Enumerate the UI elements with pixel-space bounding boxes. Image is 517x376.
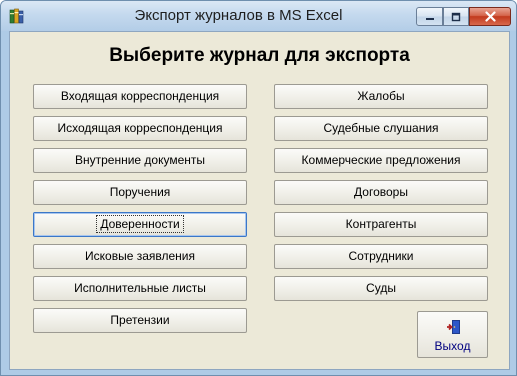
dialog-client-area: Выберите журнал для экспорта Входящая ко… bbox=[9, 31, 510, 370]
right-journal-button-7[interactable]: Суды bbox=[274, 276, 488, 301]
left-journal-button-label: Исполнительные листы bbox=[74, 281, 206, 295]
left-journal-button-label: Претензии bbox=[110, 313, 170, 327]
right-journal-button-label: Жалобы bbox=[357, 89, 405, 103]
left-journal-button-label: Поручения bbox=[109, 185, 171, 199]
left-journal-button-6[interactable]: Исковые заявления bbox=[33, 244, 247, 269]
left-journal-button-7[interactable]: Исполнительные листы bbox=[33, 276, 247, 301]
left-journal-button-1[interactable]: Входящая корреспонденция bbox=[33, 84, 247, 109]
left-journal-button-label: Исковые заявления bbox=[85, 249, 195, 263]
exit-button-label: Выход bbox=[434, 339, 471, 353]
right-journal-button-label: Договоры bbox=[354, 185, 408, 199]
left-journal-button-3[interactable]: Внутренние документы bbox=[33, 148, 247, 173]
minimize-button[interactable] bbox=[416, 7, 443, 26]
right-journal-button-label: Коммерческие предложения bbox=[301, 153, 461, 167]
close-icon bbox=[484, 11, 496, 22]
right-journal-button-1[interactable]: Жалобы bbox=[274, 84, 488, 109]
maximize-icon bbox=[451, 12, 461, 22]
right-journal-button-5[interactable]: Контрагенты bbox=[274, 212, 488, 237]
minimize-icon bbox=[425, 12, 435, 22]
page-title: Выберите журнал для экспорта bbox=[109, 45, 410, 66]
right-journal-button-label: Сотрудники bbox=[348, 249, 414, 263]
right-journal-button-2[interactable]: Судебные слушания bbox=[274, 116, 488, 141]
left-journal-button-4[interactable]: Поручения bbox=[33, 180, 247, 205]
left-journal-button-8[interactable]: Претензии bbox=[33, 308, 247, 333]
left-journal-button-label: Входящая корреспонденция bbox=[60, 89, 220, 103]
left-journal-button-label: Внутренние документы bbox=[74, 153, 206, 167]
right-journal-button-3[interactable]: Коммерческие предложения bbox=[274, 148, 488, 173]
right-journal-button-4[interactable]: Договоры bbox=[274, 180, 488, 205]
left-journal-button-5[interactable]: Доверенности bbox=[33, 212, 247, 237]
right-journal-button-6[interactable]: Сотрудники bbox=[274, 244, 488, 269]
title-bar[interactable]: Экспорт журналов в MS Excel bbox=[1, 1, 516, 31]
right-journal-button-label: Суды bbox=[366, 281, 396, 295]
left-journal-button-2[interactable]: Исходящая корреспонденция bbox=[33, 116, 247, 141]
app-window: Экспорт журналов в MS Excel Выберите жур… bbox=[0, 0, 517, 376]
left-journal-button-label: Исходящая корреспонденция bbox=[57, 121, 223, 135]
right-journal-button-label: Контрагенты bbox=[345, 217, 417, 231]
close-button[interactable] bbox=[469, 7, 511, 26]
right-journal-button-label: Судебные слушания bbox=[323, 121, 439, 135]
maximize-button[interactable] bbox=[443, 7, 469, 26]
exit-button[interactable]: Выход bbox=[417, 311, 488, 358]
left-journal-button-label: Доверенности bbox=[96, 215, 184, 233]
exit-door-icon bbox=[446, 319, 462, 335]
